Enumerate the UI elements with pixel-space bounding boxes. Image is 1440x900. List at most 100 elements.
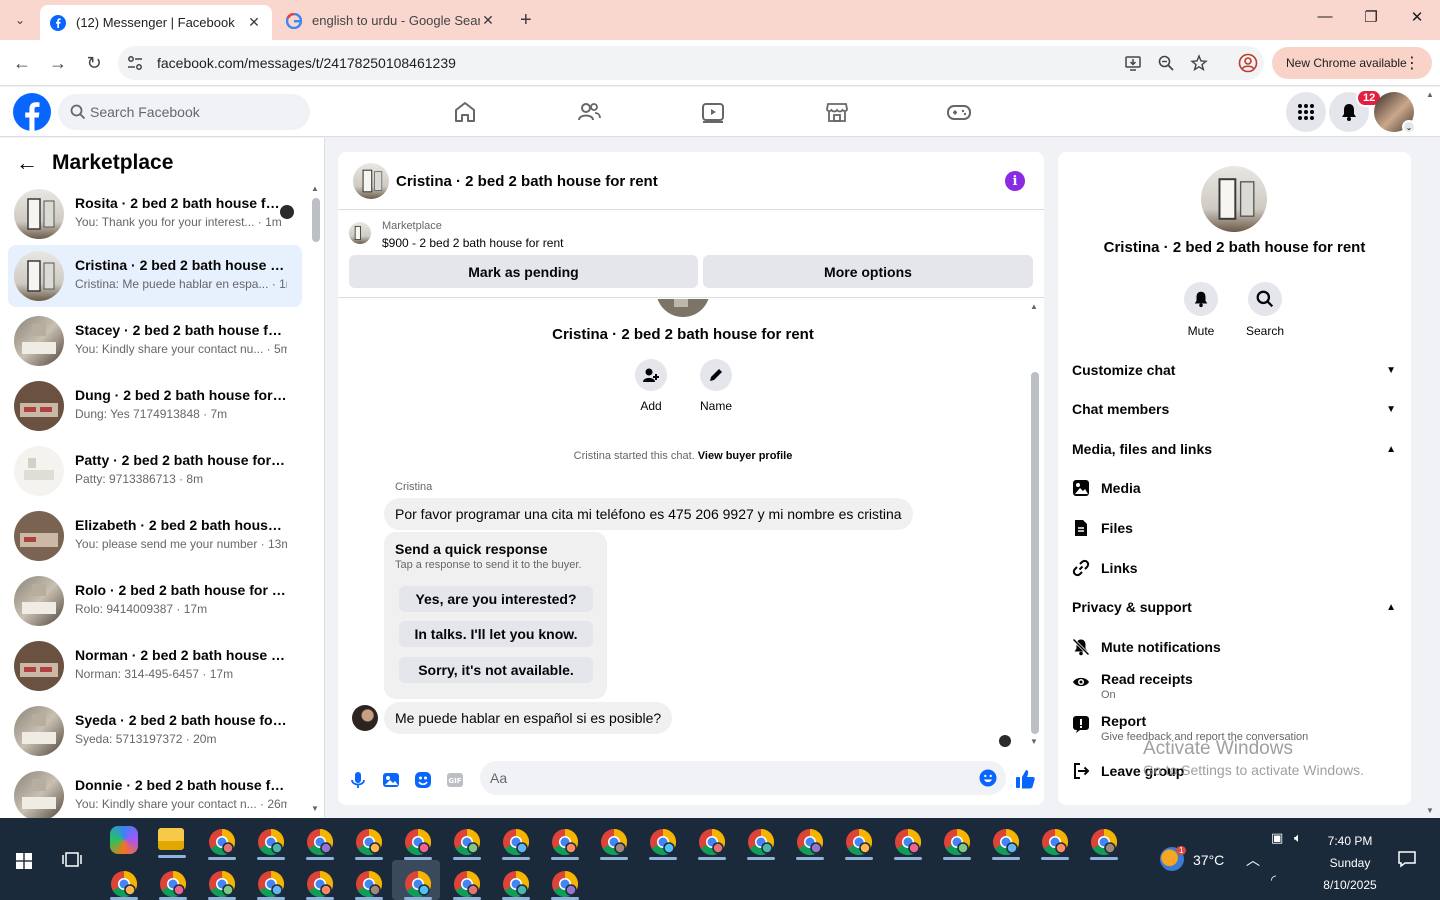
chrome-profile-icon[interactable]: [943, 828, 971, 856]
forward-icon[interactable]: →: [47, 52, 69, 74]
tab-close-icon[interactable]: ✕: [246, 14, 262, 31]
chrome-profile-icon[interactable]: [306, 870, 334, 898]
profile-icon[interactable]: [1238, 53, 1258, 73]
tab-messenger[interactable]: (12) Messenger | Facebook ✕: [40, 5, 272, 40]
facebook-search-input[interactable]: [90, 94, 300, 130]
minimize-icon[interactable]: —: [1313, 8, 1337, 25]
conversation-item[interactable]: Patty · 2 bed 2 bath house for rent Patt…: [8, 440, 302, 502]
new-chrome-available-button[interactable]: New Chrome available ⋮: [1272, 47, 1432, 79]
chrome-profile-icon[interactable]: [306, 828, 334, 856]
chrome-profile-icon[interactable]: [404, 870, 432, 898]
edit-name-button[interactable]: Name: [686, 359, 746, 413]
temperature[interactable]: 37°C: [1193, 852, 1224, 868]
taskbar-clock[interactable]: 7:40 PM Sunday 8/10/2025: [1320, 830, 1380, 896]
close-window-icon[interactable]: ✕: [1405, 8, 1429, 26]
gaming-nav-icon[interactable]: [946, 99, 972, 125]
back-arrow-icon[interactable]: ←: [16, 150, 38, 176]
chrome-profile-icon[interactable]: [1090, 828, 1118, 856]
view-buyer-profile-link[interactable]: View buyer profile: [698, 450, 793, 462]
conversation-item[interactable]: Rolo · 2 bed 2 bath house for rent Rolo:…: [8, 570, 302, 632]
restore-icon[interactable]: ❐: [1359, 8, 1383, 26]
conversation-item[interactable]: Rosita · 2 bed 2 bath house for rent You…: [8, 183, 302, 245]
chat-members-section[interactable]: Chat members ▼: [1072, 397, 1398, 421]
photo-icon[interactable]: [381, 770, 401, 790]
chrome-profile-icon[interactable]: [257, 870, 285, 898]
privacy-support-section[interactable]: Privacy & support ▲: [1072, 595, 1398, 619]
chrome-profile-icon[interactable]: [698, 828, 726, 856]
media-item[interactable]: Media: [1072, 479, 1398, 497]
mark-as-pending-button[interactable]: Mark as pending: [349, 255, 698, 288]
marketplace-nav-icon[interactable]: [824, 99, 850, 125]
chrome-profile-icon[interactable]: [796, 828, 824, 856]
chrome-profile-icon[interactable]: [404, 828, 432, 856]
home-nav-icon[interactable]: [452, 99, 478, 125]
listing-price-title[interactable]: $900 - 2 bed 2 bath house for rent: [382, 236, 563, 250]
emoji-icon[interactable]: [979, 769, 997, 787]
quick-response-button[interactable]: Yes, are you interested?: [399, 586, 593, 612]
chrome-profile-icon[interactable]: [355, 828, 383, 856]
files-item[interactable]: Files: [1072, 519, 1398, 537]
scroll-down-arrow-icon[interactable]: ▼: [311, 804, 319, 813]
more-options-button[interactable]: More options: [703, 255, 1033, 288]
install-app-icon[interactable]: [1124, 54, 1142, 72]
chat-scrollbar[interactable]: [1031, 372, 1039, 734]
customize-chat-section[interactable]: Customize chat ▼: [1072, 358, 1398, 382]
chat-scroll-up-icon[interactable]: ▲: [1030, 302, 1038, 311]
chrome-profile-icon[interactable]: [1041, 828, 1069, 856]
tab-google-search[interactable]: english to urdu - Google Search ✕: [276, 5, 506, 36]
message-bubble[interactable]: Por favor programar una cita mi teléfono…: [384, 498, 913, 530]
address-bar[interactable]: facebook.com/messages/t/2417825010846123…: [118, 46, 1264, 80]
message-input-wrapper[interactable]: [480, 761, 1006, 795]
conversation-item[interactable]: Dung · 2 bed 2 bath house for rent Dung:…: [8, 375, 302, 437]
chrome-profile-icon[interactable]: [600, 828, 628, 856]
media-files-links-section[interactable]: Media, files and links ▲: [1072, 437, 1398, 461]
read-receipts-item[interactable]: Read receipts On: [1072, 670, 1398, 702]
facebook-logo-icon[interactable]: [13, 93, 51, 131]
chrome-profile-icon[interactable]: [845, 828, 873, 856]
page-scroll-down-icon[interactable]: ▼: [1426, 806, 1434, 815]
chrome-profile-icon[interactable]: [894, 828, 922, 856]
search-in-conversation-button[interactable]: Search: [1235, 282, 1295, 338]
file-explorer-icon[interactable]: [158, 828, 184, 850]
links-item[interactable]: Links: [1072, 559, 1398, 577]
chrome-profile-icon[interactable]: [551, 870, 579, 898]
message-bubble[interactable]: Me puede hablar en español si es posible…: [384, 702, 673, 734]
chat-listing-thumbnail[interactable]: [353, 163, 389, 199]
conversation-item[interactable]: Elizabeth · 2 bed 2 bath house for rent …: [8, 505, 302, 567]
video-nav-icon[interactable]: [700, 99, 726, 125]
back-icon[interactable]: ←: [11, 52, 33, 74]
bookmark-star-icon[interactable]: [1190, 54, 1208, 72]
page-scroll-up-icon[interactable]: ▲: [1426, 90, 1434, 99]
chrome-profile-icon[interactable]: [355, 870, 383, 898]
friends-nav-icon[interactable]: [576, 99, 602, 125]
add-member-button[interactable]: Add: [621, 359, 681, 413]
chrome-profile-icon[interactable]: [257, 828, 285, 856]
conversation-item[interactable]: Cristina · 2 bed 2 bath house for rent C…: [8, 245, 302, 307]
zoom-icon[interactable]: [1157, 54, 1175, 72]
windows-start-icon[interactable]: [16, 853, 32, 869]
volume-icon[interactable]: 🔈︎: [1294, 830, 1302, 846]
task-view-icon[interactable]: [62, 851, 82, 869]
chrome-profile-icon[interactable]: [502, 828, 530, 856]
notification-center-icon[interactable]: [1397, 850, 1417, 868]
show-hidden-icons-icon[interactable]: ︿: [1246, 850, 1260, 870]
quick-response-button[interactable]: Sorry, it's not available.: [399, 657, 593, 683]
reload-icon[interactable]: ↻: [83, 52, 105, 74]
chrome-profile-icon[interactable]: [502, 870, 530, 898]
chrome-profile-icon[interactable]: [747, 828, 775, 856]
conversation-item[interactable]: Norman · 2 bed 2 bath house for rent Nor…: [8, 635, 302, 697]
chat-scroll-down-icon[interactable]: ▼: [1030, 737, 1038, 746]
tab-close-icon[interactable]: ✕: [480, 12, 496, 29]
conversation-item[interactable]: Donnie · 2 bed 2 bath house for rent You…: [8, 765, 302, 818]
tab-search-chevron-icon[interactable]: ⌄: [8, 8, 32, 32]
conversation-list-scrollbar[interactable]: [312, 198, 320, 242]
gif-icon[interactable]: GIF: [445, 770, 465, 790]
mute-notifications-item[interactable]: Mute notifications: [1072, 638, 1398, 656]
conversation-item[interactable]: Syeda · 2 bed 2 bath house for rent Syed…: [8, 700, 302, 762]
account-avatar[interactable]: ⌄: [1374, 92, 1416, 134]
chrome-profile-icon[interactable]: [649, 828, 677, 856]
sender-avatar[interactable]: [352, 705, 378, 731]
meet-now-icon[interactable]: ▣: [1271, 830, 1283, 846]
facebook-search[interactable]: [58, 94, 310, 130]
site-info-icon[interactable]: [126, 54, 144, 72]
